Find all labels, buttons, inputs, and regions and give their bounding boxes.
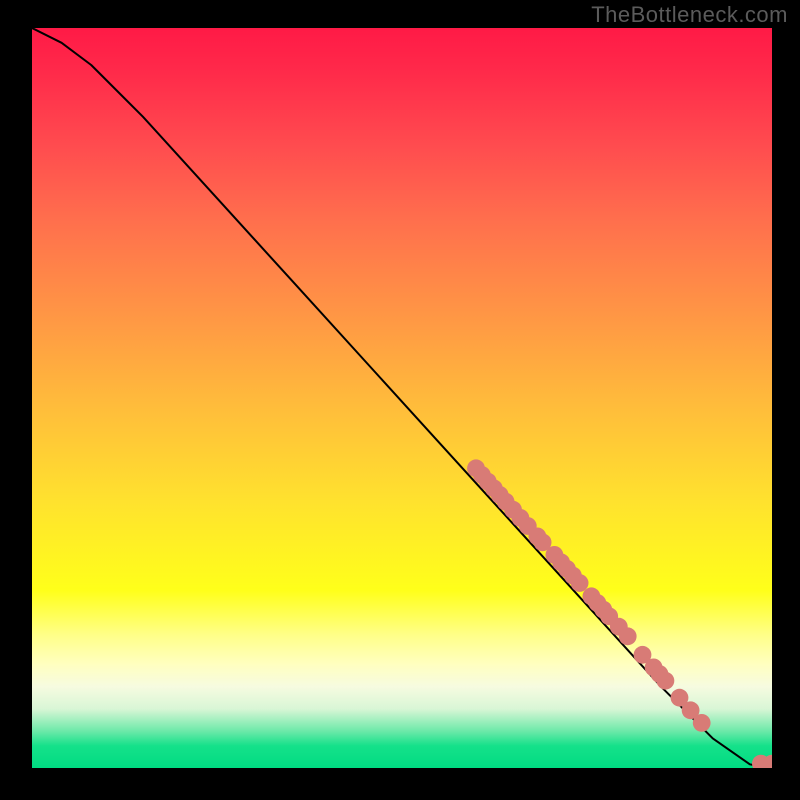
curve-line (32, 28, 772, 767)
marker-group (467, 459, 772, 768)
chart-frame: TheBottleneck.com (0, 0, 800, 800)
plot-area (32, 28, 772, 768)
watermark-text: TheBottleneck.com (591, 2, 788, 28)
marker-dot (657, 672, 675, 690)
marker-dot (693, 714, 711, 732)
marker-dot (619, 627, 637, 645)
chart-overlay (32, 28, 772, 768)
marker-dot (571, 574, 589, 592)
